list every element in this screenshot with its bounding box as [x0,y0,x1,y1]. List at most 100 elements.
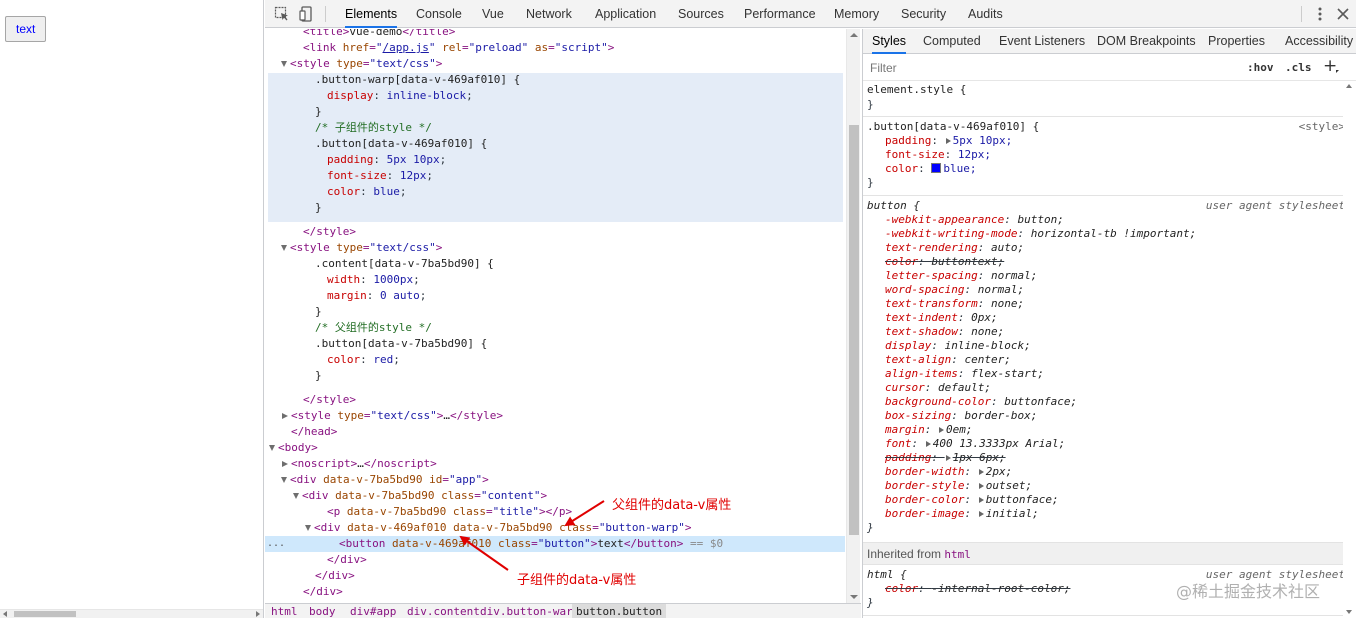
dom-node[interactable]: </style> [265,392,845,408]
tab-security[interactable]: Security [901,0,946,28]
dom-node[interactable]: <div data-v-7ba5bd90 id="app"> [265,472,845,488]
elements-dom-tree[interactable]: <title>vue-demo</title> <link href="/app.… [265,29,860,603]
collapse-triangle-icon[interactable] [281,61,287,67]
collapse-triangle-icon[interactable] [269,445,275,451]
dom-node[interactable]: <title>vue-demo</title> [265,29,845,40]
class-toggle-button[interactable]: .cls [1285,61,1312,74]
style-property-border-width[interactable]: border-width: 2px; [885,465,1012,479]
expand-shorthand-icon[interactable] [939,427,944,433]
style-property-border-style[interactable]: border-style: outset; [885,479,1032,493]
styles-vertical-scrollbar[interactable] [1343,81,1356,618]
tab-vue[interactable]: Vue [482,0,504,28]
tab-elements[interactable]: Elements [345,0,398,28]
tab-memory[interactable]: Memory [834,0,879,28]
tab-console[interactable]: Console [416,0,462,28]
style-property-letter-spacing[interactable]: letter-spacing: normal; [885,269,1037,283]
dom-node[interactable]: <body> [265,440,845,456]
tab-sources[interactable]: Sources [678,0,724,28]
sidebar-tab-dom-breakpoints[interactable]: DOM Breakpoints [1097,29,1196,54]
sidebar-tab-computed[interactable]: Computed [923,29,981,54]
expand-shorthand-icon[interactable] [945,455,951,461]
scroll-right-arrow-icon[interactable] [256,611,260,617]
dom-node[interactable]: </div> [265,568,845,584]
style-property-border-color[interactable]: border-color: buttonface; [885,493,1059,507]
breadcrumb-body[interactable]: body [309,604,336,618]
style-property-color[interactable]: color: -internal-root-color; [885,582,1070,596]
rule-source-link[interactable]: <style> [1299,120,1345,133]
preview-horizontal-scrollbar[interactable] [0,609,263,618]
elements-vertical-scrollbar[interactable] [846,29,860,603]
styles-filter-input[interactable] [867,58,1237,78]
style-property-font-size[interactable]: font-size: 12px; [885,148,991,162]
sidebar-tab-styles[interactable]: Styles [872,29,907,54]
rule-source-link[interactable]: user agent stylesheet [1206,199,1345,212]
device-toolbar-icon[interactable] [299,6,315,22]
collapse-triangle-icon[interactable] [281,477,287,483]
dom-node[interactable]: <div data-v-7ba5bd90 class="content"> [265,488,845,504]
dom-node[interactable]: <p data-v-7ba5bd90 class="title"></p> [265,504,845,520]
sidebar-tab-event-listeners[interactable]: Event Listeners [999,29,1085,54]
style-property-text-indent[interactable]: text-indent: 0px; [885,311,998,325]
expand-shorthand-icon[interactable] [978,483,984,489]
style-property-align-items[interactable]: align-items: flex-start; [885,367,1044,381]
collapse-triangle-icon[interactable] [305,525,311,531]
scroll-left-arrow-icon[interactable] [3,611,7,617]
rule-selector[interactable]: button { [867,199,920,213]
style-property-display[interactable]: display: inline-block; [885,339,1031,353]
breadcrumb-button-button[interactable]: button.button [572,604,667,618]
style-property-text-shadow[interactable]: text-shadow: none; [885,325,1004,339]
scroll-up-arrow-icon[interactable] [850,33,858,37]
style-property-background-color[interactable]: background-color: buttonface; [885,395,1077,409]
style-property-cursor[interactable]: cursor: default; [885,381,991,395]
inherited-html-link[interactable]: html [944,548,971,561]
dom-node[interactable]: </head> [265,424,845,440]
breadcrumb-html[interactable]: html [271,604,298,618]
hover-state-button[interactable]: :hov [1247,61,1274,74]
scroll-thumb[interactable] [14,611,76,617]
tab-application[interactable]: Application [595,0,656,28]
dom-node[interactable]: <style type="text/css">…</style> [265,408,845,424]
sidebar-tab-properties[interactable]: Properties [1208,29,1265,54]
tab-audits[interactable]: Audits [968,0,1003,28]
dom-node[interactable]: <div data-v-469af010 data-v-7ba5bd90 cla… [265,520,845,536]
style-property-font[interactable]: font: 400 13.3333px Arial; [885,437,1065,451]
style-property--webkit-appearance[interactable]: -webkit-appearance: button; [885,213,1064,227]
style-property-margin[interactable]: margin: 0em; [885,423,973,437]
dom-node[interactable]: </style> [265,224,845,240]
more-options-icon[interactable] [1312,6,1328,22]
style-property-text-transform[interactable]: text-transform: none; [885,297,1024,311]
dom-node[interactable]: <link href="/app.js" rel="preload" as="s… [265,40,845,56]
style-property--webkit-writing-mode[interactable]: -webkit-writing-mode: horizontal-tb !imp… [885,227,1196,241]
dom-node[interactable]: <style type="text/css"> [265,56,845,72]
node-actions-ellipsis[interactable]: ... [267,536,285,552]
inspect-element-icon[interactable] [274,6,290,22]
expand-shorthand-icon[interactable] [945,138,951,144]
new-style-rule-button[interactable]: + [1323,56,1337,76]
expand-shorthand-icon[interactable] [978,511,984,517]
color-swatch[interactable] [931,163,942,173]
expand-triangle-icon[interactable] [282,461,288,467]
style-property-color[interactable]: color: blue; [885,162,977,176]
dom-node[interactable]: <noscript>…</noscript> [265,456,845,472]
dom-node[interactable]: </div> [265,584,845,600]
close-devtools-icon[interactable] [1335,6,1351,22]
breadcrumb-div-content[interactable]: div.content [407,604,480,618]
rule-source-link[interactable]: user agent stylesheet [1206,568,1345,581]
preview-text-button[interactable]: text [5,16,47,42]
scroll-down-arrow-icon[interactable] [850,595,858,599]
tab-network[interactable]: Network [526,0,572,28]
scroll-down-arrow-icon[interactable] [1346,610,1352,614]
dom-node[interactable]: </div> [265,552,845,568]
collapse-triangle-icon[interactable] [293,493,299,499]
style-property-text-align[interactable]: text-align: center; [885,353,1011,367]
breadcrumb-div-button-warp[interactable]: div.button-warp [480,604,579,618]
style-property-word-spacing[interactable]: word-spacing: normal; [885,283,1024,297]
rule-selector[interactable]: html { [867,568,907,582]
expand-shorthand-icon[interactable] [925,441,931,447]
expand-shorthand-icon[interactable] [978,469,984,475]
style-property-padding[interactable]: padding: 1px 6px; [885,451,1006,465]
expand-shorthand-icon[interactable] [978,497,984,503]
style-property-color[interactable]: color: buttontext; [885,255,1004,269]
style-property-box-sizing[interactable]: box-sizing: border-box; [885,409,1037,423]
rule-selector[interactable]: .button[data-v-469af010] { [867,120,1039,134]
